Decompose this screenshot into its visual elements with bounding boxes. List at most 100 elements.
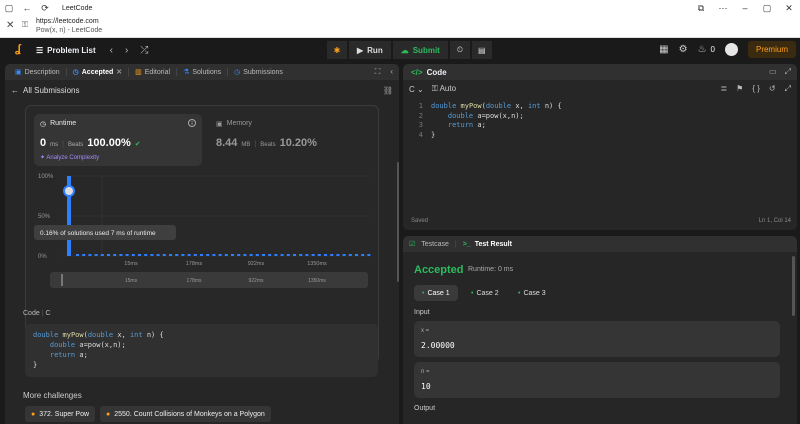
mini-x-tick-label: 15ms — [125, 278, 138, 284]
input-label: Input — [414, 309, 430, 316]
back-icon[interactable]: ← — [18, 3, 36, 13]
chart-highlight-marker — [63, 185, 75, 197]
bug-icon: ✱ — [333, 45, 341, 55]
chart-bar — [311, 254, 315, 256]
url-text[interactable]: https://leetcode.com — [36, 18, 99, 25]
challenge-chip[interactable]: ● 372. Super Pow — [25, 406, 96, 422]
chart-bar — [348, 254, 352, 256]
submitted-code: double myPow(double x, int n) { double a… — [25, 324, 378, 377]
tab-solutions[interactable]: ⚗ Solutions — [177, 68, 229, 76]
chart-bar — [249, 254, 253, 256]
runtime-box[interactable]: ◷ Runtime i 0 ms | Beats 100.00% ✔ ✦ Anal… — [34, 114, 202, 166]
streak-count: 0 — [710, 45, 715, 54]
analyze-complexity-link[interactable]: ✦ Analyze Complexity — [40, 154, 99, 161]
close-window-icon[interactable]: ✕ — [778, 3, 800, 14]
fullscreen-editor-icon[interactable]: ⤢ — [785, 84, 791, 94]
more-icon[interactable]: ⋯ — [712, 3, 734, 14]
tab-test-result[interactable]: >_ Test Result — [463, 241, 512, 248]
timer-button[interactable]: ⏲ — [449, 41, 470, 59]
chart-bar — [76, 254, 79, 256]
cursor-position: Ln 1, Col 14 — [758, 218, 791, 224]
scrollbar[interactable] — [397, 162, 399, 282]
minimize-icon[interactable]: – — [734, 3, 756, 14]
code-editor[interactable]: 1 2 3 4 double myPow(double x, int n) { … — [403, 100, 797, 210]
range-handle — [61, 274, 63, 286]
all-submissions-link[interactable]: ← All Submissions ⛓ — [5, 80, 399, 100]
braces-icon[interactable]: { } — [752, 84, 760, 94]
share-link-icon[interactable]: ⛓ — [383, 86, 393, 95]
collapse-icon[interactable]: ‹ — [390, 67, 393, 77]
tooltip-text: 0.16% of solutions used 7 ms of runtime — [40, 230, 156, 237]
chart-bar — [243, 254, 247, 256]
top-nav: ʆ ☰ Problem List ‹ › ⤮ ✱ ▶ Run ☁ Submit ⏲ … — [0, 38, 800, 62]
fullscreen-icon[interactable]: ⛶ — [375, 67, 381, 77]
case-tab-2[interactable]: • Case 2 — [463, 285, 507, 301]
tab-testcase[interactable]: Testcase — [421, 241, 449, 248]
chart-bar — [224, 254, 228, 256]
minimize-panel-icon[interactable]: ▭ — [769, 67, 777, 77]
memory-beats: 10.20% — [279, 137, 317, 149]
auto-mode[interactable]: ⚿ Auto — [432, 84, 456, 94]
chart-bar — [125, 254, 129, 256]
next-problem-icon[interactable]: › — [125, 45, 128, 56]
chart-bar — [156, 254, 160, 256]
maximize-icon[interactable]: ▢ — [756, 3, 778, 14]
debug-button[interactable]: ✱ — [327, 41, 347, 59]
reset-icon[interactable]: ↺ — [769, 84, 776, 94]
memory-value: 8.44 — [216, 137, 238, 149]
submit-button[interactable]: ☁ Submit — [392, 41, 448, 59]
close-tab-icon[interactable]: ✕ — [116, 68, 122, 76]
tab-submissions[interactable]: ◷ Submissions — [228, 68, 289, 77]
x-tick-label: 922ms — [248, 261, 265, 267]
case-tab-3[interactable]: • Case 3 — [510, 285, 554, 301]
scrollbar[interactable] — [792, 256, 795, 316]
y-tick-label: 50% — [38, 214, 51, 220]
streak-icon[interactable]: ♨ — [698, 44, 707, 55]
pass-dot-icon: • — [471, 289, 474, 297]
avatar[interactable] — [724, 43, 738, 56]
info-icon[interactable]: i — [188, 119, 196, 127]
flask-icon: ⚗ — [183, 69, 190, 76]
leetcode-logo-icon[interactable]: ʆ — [10, 43, 26, 57]
chart-bar — [94, 254, 98, 256]
mini-x-tick-label: 1350ms — [308, 278, 326, 284]
tab-accepted[interactable]: ◷ Accepted ✕ — [67, 68, 130, 76]
chart-bar — [280, 254, 284, 256]
terminal-icon: >_ — [462, 240, 471, 248]
tab-editorial[interactable]: ▥ Editorial — [129, 68, 178, 76]
chart-bar — [305, 254, 309, 256]
notes-button[interactable]: ▤ — [471, 41, 492, 59]
x-tick-label: 15ms — [124, 261, 138, 267]
bookmark-icon[interactable]: ⚑ — [736, 84, 743, 94]
language-select[interactable]: C ⌄ — [409, 85, 424, 94]
challenge-chip[interactable]: ● 2550. Count Collisions of Monkeys on a … — [100, 406, 271, 422]
chart-bar — [181, 254, 185, 256]
runtime-distribution-chart[interactable]: 100% 50% 0% 15ms 178ms 922ms 1350ms 15ms 178ms 92… — [34, 170, 372, 330]
chart-bar — [268, 254, 272, 256]
settings-icon[interactable]: ⚙ — [679, 44, 688, 55]
problem-list-button[interactable]: ☰ Problem List — [36, 46, 96, 55]
address-bar[interactable]: ✕ ⚿ https://leetcode.com Pow(x, n) - Lee… — [0, 16, 800, 38]
format-icon[interactable]: ≣ — [720, 84, 727, 94]
layout-icon[interactable]: ▦ — [659, 44, 668, 55]
prev-problem-icon[interactable]: ‹ — [110, 45, 113, 56]
test-result-panel: ☑ Testcase | >_ Test Result Accepted Runt… — [403, 236, 797, 424]
close-icon[interactable]: ✕ — [6, 20, 14, 31]
browser-tab-title[interactable]: LeetCode — [62, 5, 92, 12]
chart-bar — [361, 254, 365, 256]
reload-icon[interactable]: ⟳ — [36, 3, 54, 14]
shuffle-icon[interactable]: ⤮ — [140, 45, 148, 56]
left-panel: ▣ Description ◷ Accepted ✕ ▥ Editorial ⚗ Solu… — [5, 64, 399, 424]
extensions-icon[interactable]: ⧉ — [690, 3, 712, 14]
mini-x-tick-label: 922ms — [248, 278, 264, 284]
premium-button[interactable]: Premium — [747, 41, 796, 58]
lock-icon: ⚿ — [431, 84, 438, 93]
lock-icon: ⚿ — [22, 20, 29, 29]
run-button[interactable]: ▶ Run — [349, 41, 391, 59]
expand-panel-icon[interactable]: ⤢ — [785, 67, 791, 77]
tab-description[interactable]: ▣ Description — [9, 68, 67, 76]
input-box-x: x = 2.00000 — [414, 321, 780, 357]
case-tab-1[interactable]: • Case 1 — [414, 285, 458, 301]
chart-bar — [237, 254, 241, 256]
memory-box[interactable]: ▣ Memory 8.44 MB | Beats 10.20% — [210, 114, 370, 166]
